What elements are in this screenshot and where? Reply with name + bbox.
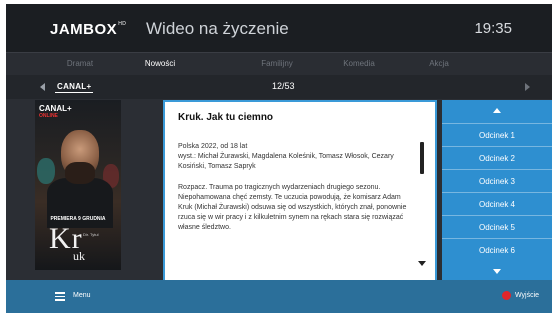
vod-screen: JAMBOXHD Wideo na życzenie 19:35 Dramat … — [6, 4, 552, 313]
footer-bar: Menu Wyjście — [6, 280, 552, 313]
movie-title: Kruk. Jak tu ciemno — [178, 112, 274, 123]
clock: 19:35 — [474, 20, 512, 37]
movie-cast: wyst.: Michał Żurawski, Magdalena Koleśn… — [178, 153, 394, 170]
previous-provider-icon[interactable] — [40, 83, 45, 91]
header: JAMBOXHD Wideo na życzenie 19:35 — [6, 4, 552, 52]
episodes-down-icon[interactable] — [493, 269, 501, 274]
details-panel[interactable]: Kruk. Jak tu ciemno Polska 2022, od 18 l… — [163, 100, 437, 282]
movie-description: Rozpacz. Trauma po tragicznych wydarzeni… — [178, 184, 407, 231]
poster-brand-sub: ONLINE — [39, 113, 58, 119]
poster-title-suffix: uk — [73, 249, 85, 263]
episode-list: Odcinek 1 Odcinek 2 Odcinek 3 Odcinek 4 … — [442, 100, 552, 282]
episode-item[interactable]: Odcinek 4 — [442, 192, 552, 216]
episodes-up-icon[interactable] — [493, 108, 501, 113]
tab-nowosci[interactable]: Nowości — [126, 53, 194, 75]
movie-poster[interactable]: CANAL+ ONLINE PREMIERA 9 GRUDNIA Kr Dir.… — [35, 100, 121, 270]
episode-item[interactable]: Odcinek 3 — [442, 169, 552, 193]
provider-bar: CANAL+ 12/53 — [6, 75, 552, 99]
episode-item[interactable]: Odcinek 1 — [442, 123, 552, 147]
menu-label[interactable]: Menu — [73, 292, 91, 299]
poster-beard — [65, 162, 95, 184]
tab-akcja[interactable]: Akcja — [405, 53, 473, 75]
page-title: Wideo na życzenie — [146, 19, 289, 38]
tab-komedia[interactable]: Komedia — [325, 53, 393, 75]
menu-icon[interactable] — [55, 292, 65, 301]
episode-item[interactable]: Odcinek 6 — [442, 238, 552, 262]
description-scrollbar[interactable] — [420, 142, 424, 174]
canal-plus-logo: CANAL+ — [55, 81, 94, 93]
scroll-down-icon[interactable] — [418, 261, 426, 266]
movie-year-rating: Polska 2022, od 18 lat — [178, 143, 248, 150]
jambox-logo: JAMBOXHD — [50, 21, 126, 38]
episode-item[interactable]: Odcinek 5 — [442, 215, 552, 239]
logo-text: JAMBOX — [50, 21, 118, 38]
movie-meta: Polska 2022, od 18 lat wyst.: Michał Żur… — [178, 142, 398, 172]
episode-item[interactable]: Odcinek 2 — [442, 146, 552, 170]
tab-dramat[interactable]: Dramat — [46, 53, 114, 75]
red-button-icon[interactable] — [502, 291, 511, 300]
logo-mark: HD — [118, 21, 127, 27]
poster-figure-left — [37, 158, 55, 184]
poster-credit: Dir. Tytul — [83, 232, 99, 237]
page-counter: 12/53 — [272, 81, 295, 91]
exit-label[interactable]: Wyjście — [515, 292, 539, 299]
poster-brand: CANAL+ — [39, 104, 72, 113]
next-provider-icon[interactable] — [525, 83, 530, 91]
category-tabs: Dramat Nowości Familijny Komedia Akcja — [6, 52, 552, 76]
tab-familijny[interactable]: Familijny — [243, 53, 311, 75]
